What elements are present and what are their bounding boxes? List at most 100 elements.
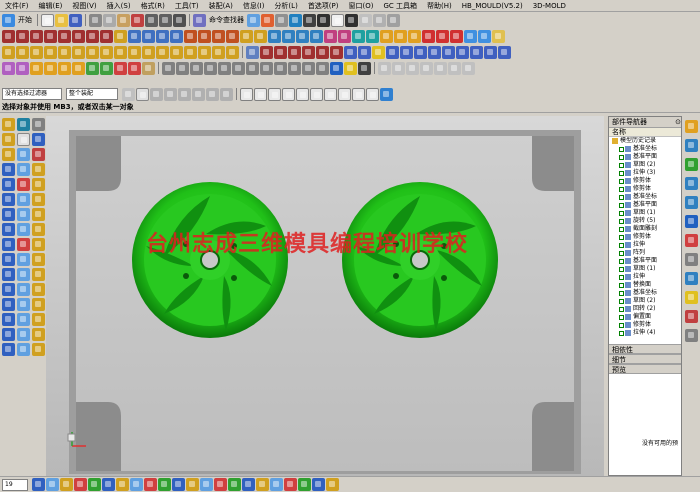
repeat-command-icon[interactable] [173,13,186,27]
mold-tool-ah-icon[interactable] [2,298,15,311]
snap-point-icon[interactable] [254,87,267,101]
visibility-checkbox[interactable] [619,202,624,208]
mold-tool-k-icon[interactable] [17,178,30,191]
tree-node[interactable]: 基准坐标 [609,289,681,297]
n-sided-surface-icon[interactable] [324,29,337,43]
mold-tool-q-icon[interactable] [17,208,30,221]
offset-region-icon[interactable] [450,29,463,43]
pocket-mold-icon[interactable] [260,61,273,75]
extract-curve-icon[interactable] [184,29,197,43]
mirror-feature-icon[interactable] [198,45,211,59]
edge-blend-icon[interactable] [128,45,141,59]
menu-edit[interactable]: 编辑(E) [34,0,68,11]
unused-parts-icon[interactable] [316,61,329,75]
tree-node[interactable]: 基准平面 [609,201,681,209]
join-curve-icon[interactable] [212,29,225,43]
cooling-icon[interactable] [218,61,231,75]
mold-tool-n-icon[interactable] [17,193,30,206]
bottom-tool-11-icon[interactable] [172,478,185,491]
pin-icon[interactable]: ⊙ [675,117,681,127]
mold-tool-an-icon[interactable] [2,328,15,341]
mold-tool-aq-icon[interactable] [2,343,15,356]
ruled-icon[interactable] [310,29,323,43]
mold-tool-ar-icon[interactable] [17,343,30,356]
visibility-checkbox[interactable] [619,162,624,168]
analysis-icon[interactable] [456,45,469,59]
mold-tool-aa-icon[interactable] [32,253,45,266]
delete-icon[interactable] [131,13,144,27]
slide-icon[interactable] [162,61,175,75]
history-tab-icon[interactable] [685,215,698,228]
tree-node[interactable]: 修剪体 [609,185,681,193]
mold-tool-j-icon[interactable] [2,178,15,191]
mold-tool-l-icon[interactable] [32,178,45,191]
cut-icon[interactable] [89,13,102,27]
mold-tool-m-icon[interactable] [2,193,15,206]
mold-tool-s-icon[interactable] [2,223,15,236]
rectangle-select-icon[interactable] [240,87,253,101]
quick-trim-icon[interactable] [288,45,301,59]
new-file-icon[interactable] [41,13,54,27]
datum-csys-icon[interactable] [414,45,427,59]
tree-node[interactable]: 基准坐标 [609,193,681,201]
layer-icon[interactable] [345,13,358,27]
system-scenes-tab-icon[interactable] [685,310,698,323]
view-orient-icon[interactable] [380,87,393,101]
revolve-icon[interactable] [16,45,29,59]
divide-curve-icon[interactable] [240,29,253,43]
section-curve-icon[interactable] [170,29,183,43]
tree-node[interactable]: 基准平面 [609,257,681,265]
assembly-nav-icon[interactable] [17,118,30,131]
visibility-checkbox[interactable] [619,250,624,256]
visibility-checkbox[interactable] [619,258,624,264]
menu-3d-mold[interactable]: 3D-MOLD [528,0,571,11]
offset-curve-icon[interactable] [128,29,141,43]
reference-set-icon[interactable] [372,45,385,59]
replace-face-icon[interactable] [436,29,449,43]
web-browser-tab-icon[interactable] [685,196,698,209]
mold-tool-o-icon[interactable] [32,193,45,206]
point-set-icon[interactable] [428,45,441,59]
visibility-checkbox[interactable] [619,298,624,304]
bottom-tool-4-icon[interactable] [74,478,87,491]
bottom-tool-7-icon[interactable] [116,478,129,491]
profile-icon[interactable] [260,45,273,59]
wave-link-icon[interactable] [442,45,455,59]
mold-tool-aj-icon[interactable] [32,298,45,311]
intersection-curve-icon[interactable] [156,29,169,43]
pattern-feature-icon[interactable] [184,45,197,59]
mold-tool-t-icon[interactable] [17,223,30,236]
mold-tool-ab-icon[interactable] [2,268,15,281]
command-finder-button[interactable]: 命令查找器 [207,15,246,25]
tree-node[interactable]: 修剪体 [609,177,681,185]
visibility-checkbox[interactable] [619,154,624,160]
ellipse-icon[interactable] [100,29,113,43]
menu-information[interactable]: 信息(I) [238,0,270,11]
subtract-icon[interactable] [226,45,239,59]
bottom-tool-6-icon[interactable] [102,478,115,491]
project-curve-icon[interactable] [142,29,155,43]
mold-tool-e-icon[interactable] [17,148,30,161]
bottom-tool-22-icon[interactable] [326,478,339,491]
bounded-plane-icon[interactable] [338,29,351,43]
tree-node[interactable]: 替换面 [609,281,681,289]
subinsert-icon[interactable] [176,61,189,75]
mold-tool-g-icon[interactable] [2,163,15,176]
filter-reset-icon[interactable] [122,87,135,101]
mold-tool-ad-icon[interactable] [32,268,45,281]
bottom-tool-13-icon[interactable] [200,478,213,491]
offset-surface-icon[interactable] [352,29,365,43]
hb-tool-3-icon[interactable] [406,61,419,75]
paste-icon[interactable] [117,13,130,27]
mold-tool-al-icon[interactable] [17,313,30,326]
existing-point-icon[interactable] [352,87,365,101]
touch-mode-icon[interactable] [261,13,274,27]
offset-sketch-icon[interactable] [330,45,343,59]
mold-tool-d-icon[interactable] [2,148,15,161]
tree-node[interactable]: 截面雕刻 [609,225,681,233]
mold-tool-v-icon[interactable] [2,238,15,251]
history-icon[interactable] [32,118,45,131]
hole-icon[interactable] [30,45,43,59]
pad-icon[interactable] [72,45,85,59]
mold-csys-icon[interactable] [30,61,43,75]
